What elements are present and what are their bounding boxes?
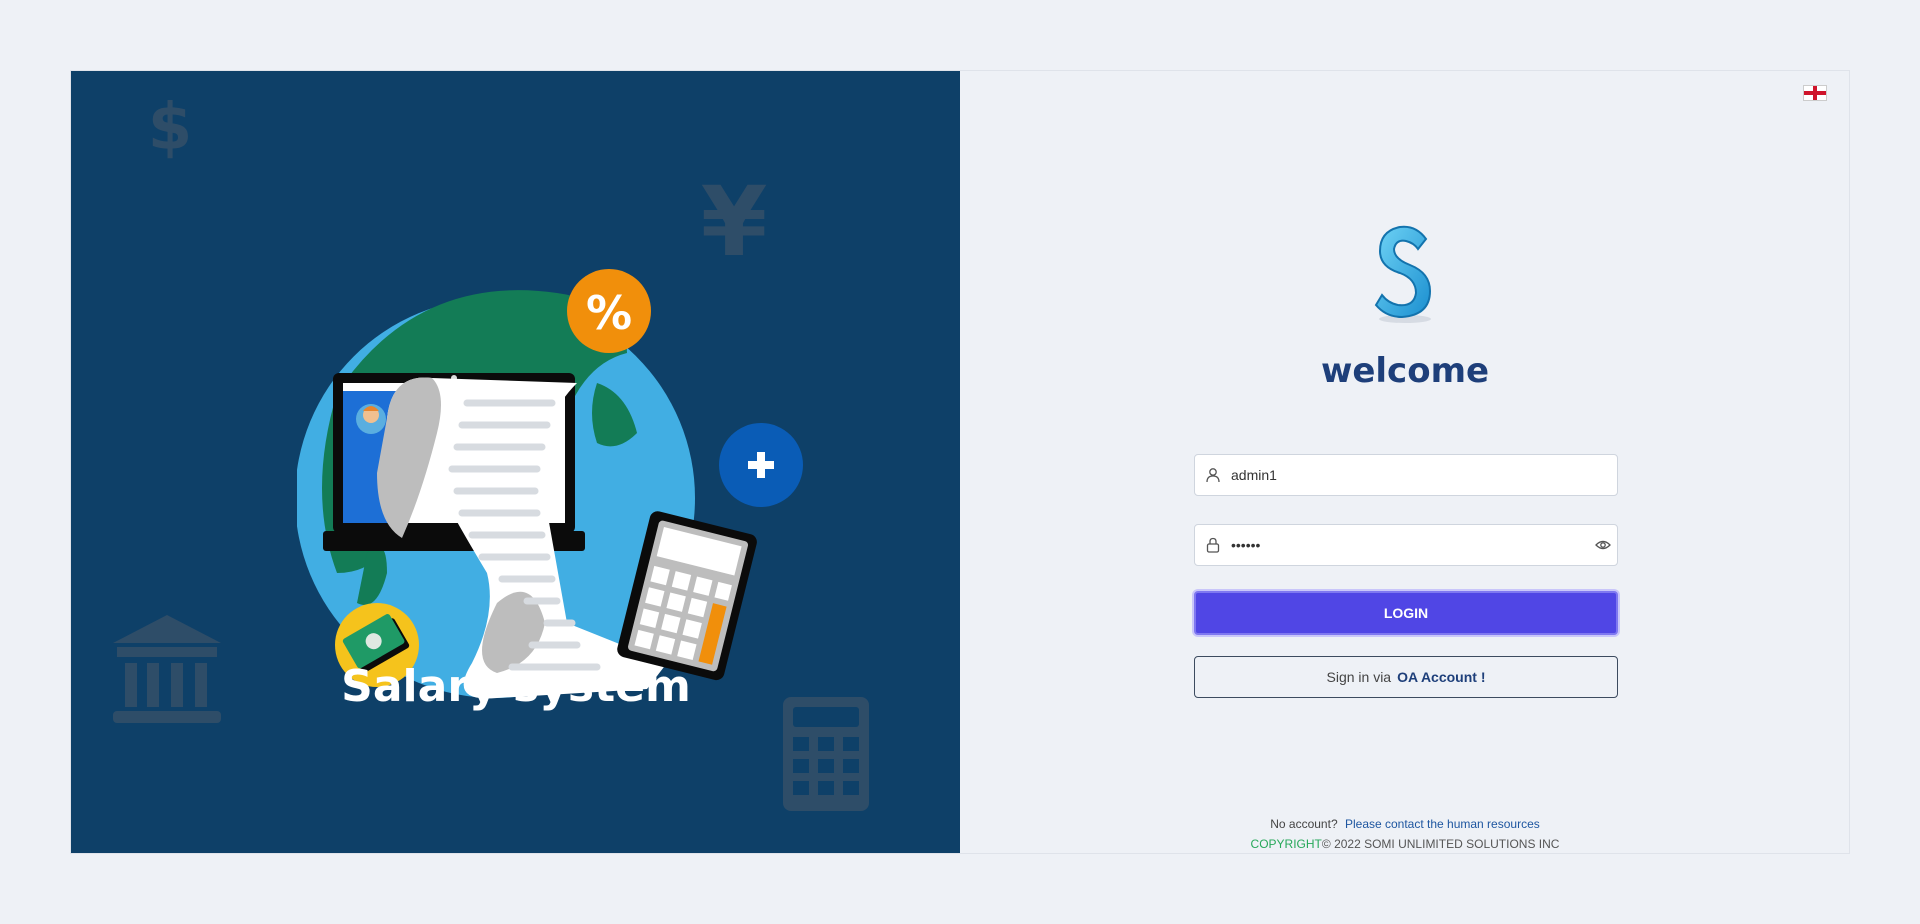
- no-account-text: No account?: [1270, 817, 1338, 831]
- oa-account-link: OA Account !: [1397, 669, 1486, 685]
- copyright-word: COPYRIGHT: [1250, 837, 1322, 851]
- oa-signin-prefix: Sign in via: [1326, 669, 1392, 685]
- svg-text:%: %: [586, 286, 632, 340]
- copyright-text: © 2022 SOMI UNLIMITED SOLUTIONS INC: [1321, 837, 1560, 851]
- copyright: COPYRIGHT© 2022 SOMI UNLIMITED SOLUTIONS…: [960, 837, 1850, 851]
- svg-text:$: $: [149, 91, 191, 161]
- username-input[interactable]: [1231, 455, 1591, 495]
- welcome-heading: welcome: [1320, 351, 1490, 391]
- no-account-line: No account? Please contact the human res…: [960, 817, 1850, 831]
- user-icon: [1206, 468, 1220, 483]
- login-card: $ ¥ % Salary system welcome admin1 •••••…: [70, 70, 1850, 854]
- lock-icon: [1206, 537, 1220, 553]
- oa-signin-button[interactable]: Sign in via OA Account !: [1194, 656, 1618, 698]
- illustration-panel: $ ¥ % Salary system: [71, 71, 960, 853]
- login-panel: welcome •••••• LOGIN Sign in via OA Accou…: [960, 71, 1849, 853]
- login-button[interactable]: LOGIN: [1194, 591, 1618, 635]
- dollar-icon: $: [149, 91, 191, 161]
- salary-illustration: %: [297, 269, 803, 699]
- password-field[interactable]: ••••••: [1194, 524, 1618, 566]
- england-flag-icon[interactable]: [1803, 85, 1827, 101]
- password-input[interactable]: ••••••: [1231, 525, 1591, 565]
- s-logo-icon: [1374, 225, 1432, 323]
- system-title: Salary system: [341, 661, 691, 712]
- calculator-icon: [783, 697, 869, 811]
- contact-hr-link[interactable]: Please contact the human resources: [1345, 817, 1540, 831]
- username-field[interactable]: [1194, 454, 1618, 496]
- eye-icon[interactable]: [1595, 537, 1611, 553]
